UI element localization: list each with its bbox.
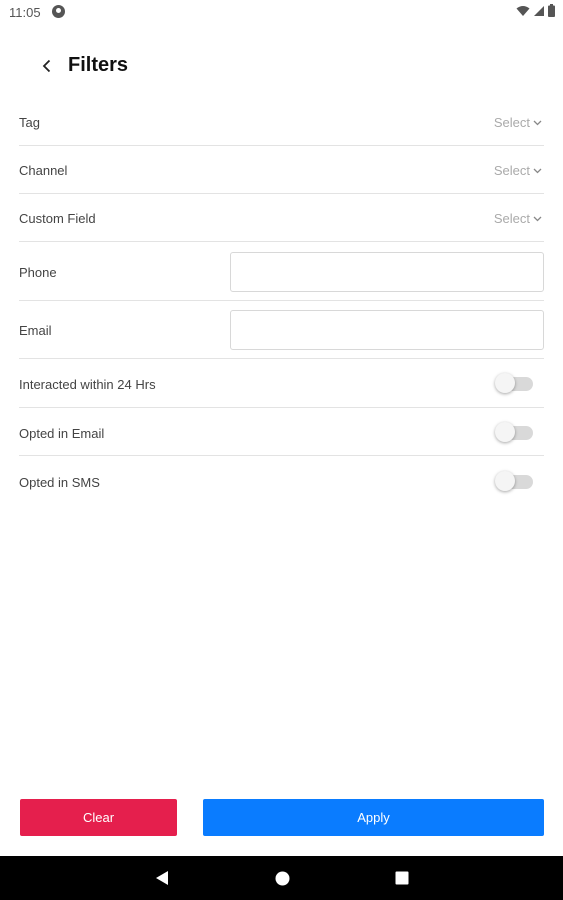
email-input[interactable] (230, 310, 544, 350)
email-label: Email (19, 323, 52, 338)
opted-sms-toggle[interactable] (495, 471, 535, 491)
back-button[interactable] (33, 52, 61, 80)
custom-field-label: Custom Field (19, 211, 96, 226)
toggle-thumb (495, 471, 515, 491)
channel-select[interactable]: Select (494, 163, 542, 178)
channel-select-value: Select (493, 163, 530, 178)
wifi-icon (516, 5, 530, 16)
header: Filters (0, 40, 563, 92)
status-time: 11:05 (9, 5, 41, 20)
nav-home-button[interactable] (272, 868, 292, 888)
filter-row-opted-email: Opted in Email (19, 408, 544, 456)
chevron-down-icon (533, 168, 542, 173)
navigation-bar (0, 856, 563, 900)
filter-row-interacted: Interacted within 24 Hrs (19, 359, 544, 408)
battery-icon (548, 4, 555, 17)
app-notification-icon (52, 5, 65, 18)
status-icons (516, 4, 555, 17)
custom-field-select[interactable]: Select (494, 211, 542, 226)
opted-email-label: Opted in Email (19, 426, 105, 441)
home-circle-icon (275, 871, 289, 885)
filter-row-tag: Tag Select (19, 98, 544, 146)
clear-button[interactable]: Clear (20, 799, 177, 836)
back-triangle-icon (156, 871, 168, 885)
filters-list: Tag Select Channel Select Custom Field S… (19, 98, 544, 506)
status-bar: 11:05 (0, 0, 563, 24)
tag-select-value: Select (493, 115, 530, 130)
phone-label: Phone (19, 265, 57, 280)
tag-select[interactable]: Select (494, 115, 542, 130)
nav-recents-button[interactable] (392, 868, 412, 888)
toggle-thumb (495, 422, 515, 442)
interacted-label: Interacted within 24 Hrs (19, 377, 156, 392)
opted-sms-label: Opted in SMS (19, 475, 100, 490)
opted-email-toggle[interactable] (495, 422, 535, 442)
filter-row-opted-sms: Opted in SMS (19, 456, 544, 506)
cell-signal-icon (534, 5, 544, 16)
interacted-toggle[interactable] (495, 373, 535, 393)
chevron-down-icon (533, 120, 542, 125)
apply-button[interactable]: Apply (203, 799, 544, 836)
filter-row-channel: Channel Select (19, 146, 544, 194)
tag-label: Tag (19, 115, 40, 130)
filter-row-phone: Phone (19, 242, 544, 301)
phone-input[interactable] (230, 252, 544, 292)
filter-row-custom-field: Custom Field Select (19, 194, 544, 242)
nav-back-button[interactable] (152, 868, 172, 888)
recents-square-icon (395, 871, 409, 885)
chevron-left-icon (42, 59, 51, 73)
channel-label: Channel (19, 163, 68, 178)
page-title: Filters (68, 54, 129, 76)
toggle-thumb (495, 373, 515, 393)
custom-field-select-value: Select (493, 211, 530, 226)
filter-row-email: Email (19, 301, 544, 359)
chevron-down-icon (533, 216, 542, 221)
